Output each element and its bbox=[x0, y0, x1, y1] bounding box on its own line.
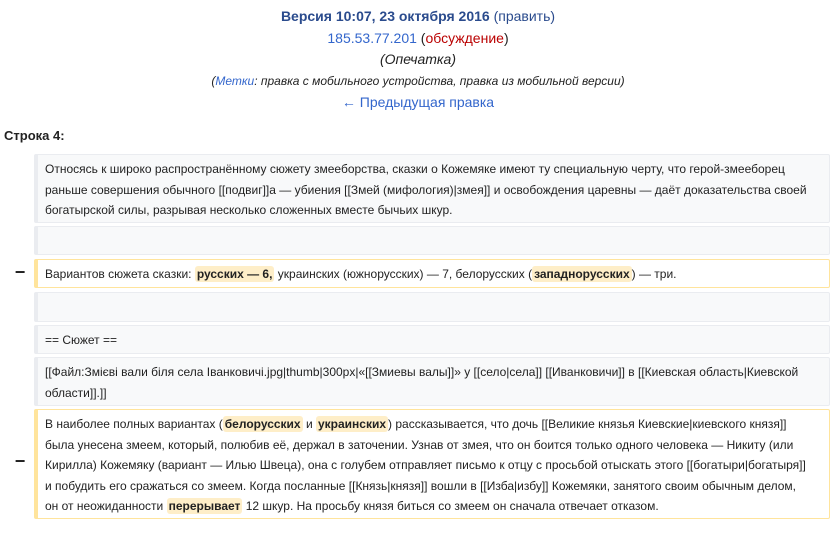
talk-paren-close: ) bbox=[503, 29, 509, 46]
deleted-highlight: западнорусских bbox=[532, 266, 632, 282]
deleted-text: 12 шкур. На просьбу князя биться со змее… bbox=[242, 499, 659, 513]
revision-title-link[interactable]: Версия 10:07, 23 октября 2016 bbox=[281, 8, 490, 24]
diff-context-cell: [[Файл:Змієві вали біля села Іванковичі.… bbox=[34, 357, 830, 406]
deleted-text: Вариантов сюжета сказки: bbox=[45, 267, 195, 281]
edit-paren-close: ) bbox=[550, 8, 556, 24]
diff-context-cell: == Сюжет == bbox=[34, 325, 830, 354]
context-text-line: == Сюжет == bbox=[45, 333, 118, 347]
context-text-line: Относясь к широко распространённому сюже… bbox=[45, 162, 785, 176]
edit-paren-open: ( bbox=[489, 8, 499, 24]
prev-link-line: ← Предыдущая правка bbox=[0, 92, 836, 114]
ip-address-link[interactable]: 185.53.77.201 bbox=[327, 30, 417, 46]
deleted-line-marker: − bbox=[14, 262, 26, 282]
deleted-text: ) рассказывается, что дочь [[Великие кня… bbox=[388, 417, 787, 431]
previous-revision-link[interactable]: ← Предыдущая правка bbox=[342, 94, 494, 110]
diff-empty-cell bbox=[34, 292, 830, 322]
context-text-line: области]].]] bbox=[45, 385, 107, 400]
context-text-line: [[Файл:Змієві вали біля села Іванковичі.… bbox=[45, 365, 799, 379]
tags-text: : правка с мобильного устройства, правка… bbox=[254, 73, 625, 88]
tags-link[interactable]: Метки bbox=[215, 74, 254, 88]
diff-context-cell: Относясь к широко распространённому сюже… bbox=[34, 154, 830, 223]
deleted-text-line: он от неожиданности перерывает 12 шкур. … bbox=[45, 496, 821, 517]
deleted-text-line: В наиболее полных вариантах (белорусских… bbox=[45, 414, 821, 435]
revision-header: Версия 10:07, 23 октября 2016 (править) … bbox=[0, 6, 836, 114]
deleted-text-line: была унесена змеем, который, полюбив её,… bbox=[45, 437, 794, 452]
context-text-line: богатырской силы, разрывая несколько сло… bbox=[45, 203, 453, 217]
deleted-text-line: Кирилла) Кожемяку (вариант — Илью Швеца)… bbox=[45, 458, 806, 472]
tags-line: (Метки: правка с мобильного устройства, … bbox=[0, 71, 836, 93]
deleted-text: он от неожиданности bbox=[45, 499, 167, 513]
edit-link[interactable]: править bbox=[498, 8, 550, 24]
diff-deleted-cell: В наиболее полных вариантах (белорусских… bbox=[34, 409, 830, 519]
deleted-text: В наиболее полных вариантах ( bbox=[45, 417, 223, 431]
deleted-line-marker: − bbox=[14, 451, 26, 471]
talk-link[interactable]: обсуждение bbox=[425, 30, 503, 46]
line-number-label: Строка 4: bbox=[4, 128, 65, 143]
deleted-text-line: Вариантов сюжета сказки: русских — 6, ук… bbox=[45, 264, 821, 285]
diff-deleted-cell: Вариантов сюжета сказки: русских — 6, ук… bbox=[34, 259, 830, 288]
deleted-text: украинских (южнорусских) — 7, белорусски… bbox=[274, 267, 533, 281]
author-line: 185.53.77.201 (обсуждение) bbox=[0, 28, 836, 50]
deleted-text: ) — три. bbox=[631, 267, 677, 281]
deleted-highlight: перерывает bbox=[166, 498, 243, 514]
context-text-line: раньше совершения обычного [[подвиг]]а —… bbox=[45, 182, 807, 197]
deleted-text-line: и побудить его сражаться со змеем. Когда… bbox=[45, 478, 797, 493]
edit-summary: (Опечатка) bbox=[379, 51, 456, 67]
deleted-highlight: белорусских bbox=[222, 416, 303, 432]
deleted-highlight: русских — 6, bbox=[194, 266, 275, 282]
revision-title-line: Версия 10:07, 23 октября 2016 (править) bbox=[0, 6, 836, 28]
deleted-highlight: украинских bbox=[315, 416, 389, 432]
diff-empty-cell bbox=[34, 226, 830, 255]
deleted-text: и bbox=[302, 417, 316, 431]
